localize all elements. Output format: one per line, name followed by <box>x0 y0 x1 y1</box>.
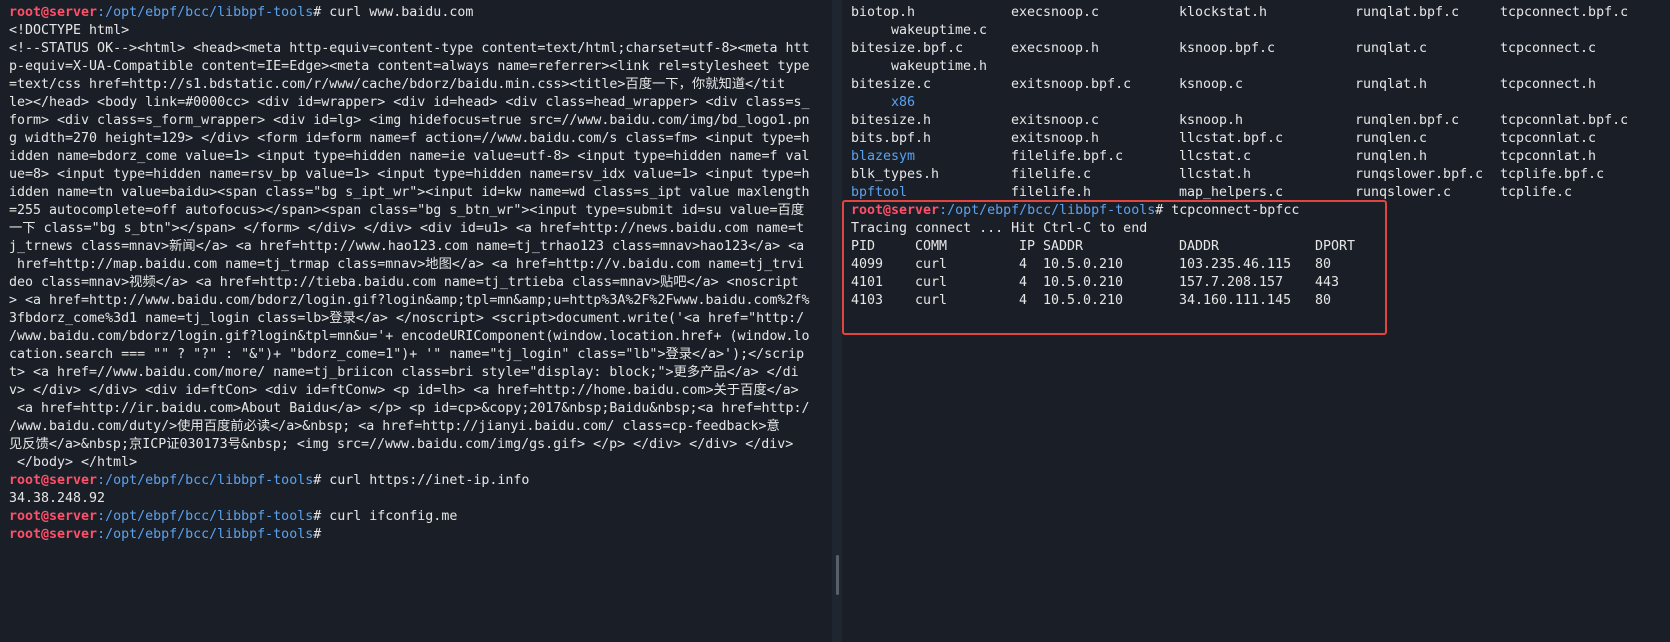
output-line: /www.baidu.com/bdorz/login.gif?login&tpl… <box>9 329 810 344</box>
ls-entry: tcpconnlat.h <box>1500 149 1597 164</box>
command-text: curl www.baidu.com <box>321 5 474 20</box>
ls-row: bits.bpf.h exitsnoop.h llcstat.bpf.c runqle… <box>851 130 1670 148</box>
output-line: le></head> <body link=#0000cc> <div id=w… <box>9 95 810 110</box>
ls-entry: llcstat.bpf.c <box>1179 131 1284 146</box>
prompt-line: root@server:/opt/ebpf/bcc/libbpf-tools# … <box>9 508 832 526</box>
prompt-path: :/opt/ebpf/bcc/libbpf-tools <box>97 5 314 20</box>
output-line: p-equiv=X-UA-Compatible content=IE=Edge>… <box>9 59 810 74</box>
ls-entry: execsnoop.h <box>1011 41 1100 56</box>
command-text: curl https://inet-ip.info <box>321 473 530 488</box>
ls-row: x86 <box>851 94 1670 112</box>
ls-entry: bitesize.c <box>851 77 932 92</box>
terminal-window: root@server:/opt/ebpf/bcc/libbpf-tools# … <box>0 0 1670 642</box>
ls-row: wakeuptime.c <box>851 22 1670 40</box>
ls-row: bitesize.c exitsnoop.bpf.c ksnoop.c runqlat… <box>851 76 1670 94</box>
prompt-path: :/opt/ebpf/bcc/libbpf-tools <box>97 527 314 542</box>
ls-entry: exitsnoop.h <box>1011 131 1100 146</box>
output-line: v> </div> </div> <div id=ftCon> <div id=… <box>9 383 799 398</box>
prompt-user: root@server <box>9 473 98 488</box>
output-line: <!--STATUS OK--><html> <head><meta http-… <box>9 41 810 56</box>
ls-entry: ksnoop.c <box>1179 77 1244 92</box>
pane-divider[interactable] <box>832 0 842 642</box>
prompt-line-active[interactable]: root@server:/opt/ebpf/bcc/libbpf-tools# <box>9 526 832 544</box>
output-line: deo class=mnav>视频</a> <a href=http://tie… <box>9 275 799 290</box>
ls-entry: runqlat.c <box>1355 41 1428 56</box>
output-line: t> <a href=//www.baidu.com/more/ name=tj… <box>9 365 799 380</box>
ls-entry: llcstat.h <box>1179 167 1252 182</box>
output-line: idden name=tn value=baidu><span class="b… <box>9 185 810 200</box>
prompt-path: :/opt/ebpf/bcc/libbpf-tools <box>97 509 314 524</box>
ls-entry: tcplife.bpf.c <box>1500 167 1605 182</box>
ls-row: biotop.h execsnoop.c klockstat.h runqlat.bp… <box>851 4 1670 22</box>
ls-output: biotop.h execsnoop.c klockstat.h runqlat.bp… <box>851 4 1670 202</box>
output-line: j_trnews class=mnav>新闻</a> <a href=http:… <box>9 239 805 254</box>
ls-entry: blazesym <box>851 149 916 164</box>
command-text: curl ifconfig.me <box>321 509 458 524</box>
ls-entry: bitesize.h <box>851 113 932 128</box>
left-terminal-pane[interactable]: root@server:/opt/ebpf/bcc/libbpf-tools# … <box>0 0 832 642</box>
ls-entry: klockstat.h <box>1179 5 1268 20</box>
output-line: form> <div class=s_form_wrapper> <div id… <box>9 113 810 128</box>
output-line: idden name=bdorz_come value=1> <input ty… <box>9 149 810 164</box>
ls-entry: runqslower.bpf.c <box>1355 167 1484 182</box>
prompt-user: root@server <box>9 5 98 20</box>
prompt-user: root@server <box>9 509 98 524</box>
ls-entry: filelife.c <box>1011 167 1092 182</box>
pane-resize-handle[interactable] <box>836 555 839 595</box>
ls-entry: x86 <box>891 95 916 110</box>
output-line: g width=270 height=129> </div> <form id=… <box>9 131 810 146</box>
ls-row: blk_types.h filelife.c llcstat.h runqslower… <box>851 166 1670 184</box>
ls-entry: tcpconnect.h <box>1500 77 1597 92</box>
ls-entry: runqlat.h <box>1355 77 1428 92</box>
prompt-line: root@server:/opt/ebpf/bcc/libbpf-tools# … <box>9 472 832 490</box>
output-line: > <a href=http://www.baidu.com/bdorz/log… <box>9 293 810 308</box>
ls-entry: tcplife.c <box>1500 185 1573 200</box>
output-line: 一下 class="bg s_btn"></span> </form> </di… <box>9 221 805 236</box>
ls-entry: runqlen.c <box>1355 131 1428 146</box>
ls-entry: biotop.h <box>851 5 916 20</box>
ls-entry: llcstat.c <box>1179 149 1252 164</box>
output-line: /www.baidu.com/duty/>使用百度前必读</a>&nbsp; <… <box>9 419 780 434</box>
ls-entry: wakeuptime.h <box>891 59 988 74</box>
prompt-line: root@server:/opt/ebpf/bcc/libbpf-tools# … <box>9 4 832 22</box>
output-line: =text/css href=http://s1.bdstatic.com/r/… <box>9 77 786 92</box>
prompt-user: root@server <box>9 527 98 542</box>
curl-output: <!DOCTYPE html> <!--STATUS OK--><html> <h… <box>9 22 832 472</box>
prompt-path: :/opt/ebpf/bcc/libbpf-tools <box>97 473 314 488</box>
ls-entry: runqlen.h <box>1355 149 1428 164</box>
ls-entry: tcpconnect.c <box>1500 41 1597 56</box>
ls-entry: exitsnoop.c <box>1011 113 1100 128</box>
ls-row: wakeuptime.h <box>851 58 1670 76</box>
ls-entry: tcpconnlat.bpf.c <box>1500 113 1629 128</box>
ls-entry: tcpconnlat.c <box>1500 131 1597 146</box>
ls-entry: runqlen.bpf.c <box>1355 113 1460 128</box>
ls-entry: blk_types.h <box>851 167 940 182</box>
output-line: 3fbdorz_come%3d1 name=tj_login class=lb>… <box>9 311 805 326</box>
ls-entry: exitsnoop.bpf.c <box>1011 77 1132 92</box>
ls-entry: bits.bpf.h <box>851 131 932 146</box>
output-line: </body> </html> <box>9 455 138 470</box>
ls-entry: execsnoop.c <box>1011 5 1100 20</box>
output-line: ue=8> <input type=hidden name=rsv_bp val… <box>9 167 810 182</box>
ls-row: bitesize.bpf.c execsnoop.h ksnoop.bpf.c run… <box>851 40 1670 58</box>
ls-entry: ksnoop.h <box>1179 113 1244 128</box>
ip-output: 34.38.248.92 <box>9 491 106 506</box>
output-line: href=http://map.baidu.com name=tj_trmap … <box>9 257 805 272</box>
output-line: <!DOCTYPE html> <box>9 23 130 38</box>
ls-entry: ksnoop.bpf.c <box>1179 41 1276 56</box>
output-line: <a href=http://ir.baidu.com>About Baidu<… <box>9 401 810 416</box>
ls-entry: filelife.bpf.c <box>1011 149 1124 164</box>
ls-entry: runqlat.bpf.c <box>1355 5 1460 20</box>
output-line: 见反馈</a>&nbsp;京ICP证030173号&nbsp; <img src… <box>9 437 794 452</box>
ls-entry: tcpconnect.bpf.c <box>1500 5 1629 20</box>
ls-row: bitesize.h exitsnoop.c ksnoop.h runqlen.bpf… <box>851 112 1670 130</box>
ls-row: blazesym filelife.bpf.c llcstat.c runqlen.h… <box>851 148 1670 166</box>
highlight-box <box>842 200 1387 335</box>
output-line: =255 autocomplete=off autofocus></span><… <box>9 203 805 218</box>
ls-entry: wakeuptime.c <box>891 23 988 38</box>
output-line: cation.search === "" ? "?" : "&")+ "bdor… <box>9 347 805 362</box>
prompt-hash: # <box>313 527 322 542</box>
ls-entry: bitesize.bpf.c <box>851 41 964 56</box>
